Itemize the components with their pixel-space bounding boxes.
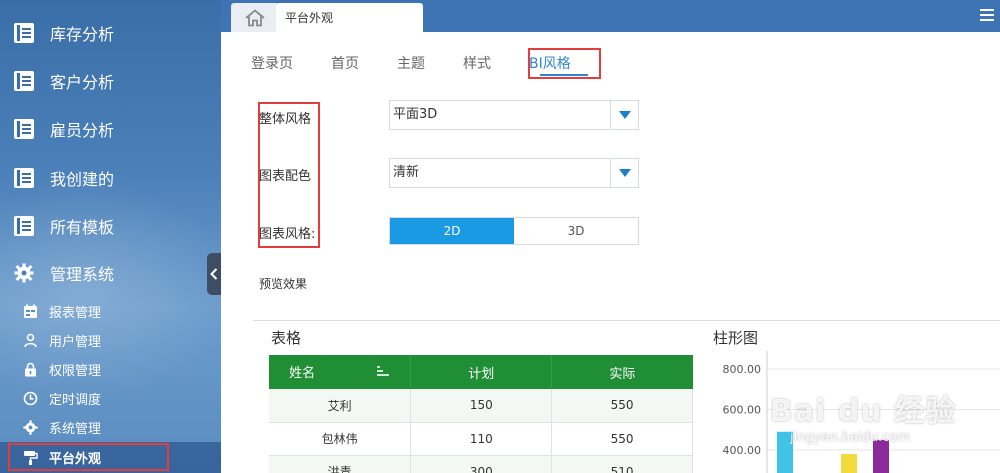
table-cell: 300: [410, 455, 553, 473]
hamburger-icon-line: [980, 9, 994, 11]
overall-style-select[interactable]: 平面3D: [389, 100, 639, 130]
report-manage-icon: [22, 304, 38, 320]
table-header-cell: 计划: [410, 355, 553, 389]
sidebar-item-label: 雇员分析: [50, 121, 115, 140]
chart-y-tick-label: 600.00: [723, 404, 762, 417]
table-cell: 包林伟: [269, 422, 412, 456]
chart-color-value: 清新: [393, 165, 420, 180]
tab-theme[interactable]: 主题: [397, 52, 425, 76]
preview-bar-chart: 800.00 600.00 400.00: [723, 351, 1000, 473]
tab-login-page[interactable]: 登录页: [251, 52, 293, 76]
main-content: 登录页 首页 主题 样式 BI风格 整体风格 平面3D 图表配色 清新 图表风格…: [221, 32, 1000, 473]
sidebar-item-employee-analysis[interactable]: 雇员分析: [0, 105, 221, 153]
sidebar-subitem-scheduled-tasks[interactable]: 定时调度: [0, 384, 221, 413]
report-icon: [13, 215, 35, 237]
chart-y-tick-label: 800.00: [723, 363, 762, 376]
tab-style[interactable]: 样式: [463, 52, 491, 76]
sidebar-item-label: 我创建的: [50, 170, 115, 189]
dropdown-arrow-icon[interactable]: [610, 159, 638, 187]
hamburger-icon-line: [980, 19, 994, 21]
preview-label: 预览效果: [259, 277, 308, 291]
home-icon: [245, 8, 265, 26]
report-icon: [13, 22, 35, 44]
chart-color-label: 图表配色: [259, 169, 312, 184]
sidebar-item-system-management[interactable]: 管理系统: [0, 249, 221, 297]
sidebar-subitem-user-management[interactable]: 用户管理: [0, 326, 221, 355]
report-icon: [13, 70, 35, 92]
sidebar-item-customer-analysis[interactable]: 客户分析: [0, 57, 221, 105]
sidebar-item-label: 客户分析: [50, 73, 115, 92]
table-cell: 艾利: [269, 389, 412, 423]
table-cell: 510: [551, 455, 693, 473]
sidebar-subitem-report-management[interactable]: 报表管理: [0, 297, 221, 326]
chart-style-label: 图表风格:: [259, 227, 316, 242]
table-cell: 150: [410, 389, 553, 423]
sidebar: 库存分析 客户分析 雇员分析 我创建的 所有模板 管理系统 报表管理 用户管理 …: [0, 0, 221, 473]
collapse-sidebar-button[interactable]: [207, 253, 221, 295]
sidebar-subitem-label: 用户管理: [49, 335, 102, 350]
table-header-cell: 姓名: [269, 355, 412, 389]
report-icon: [13, 118, 35, 140]
top-bar: 平台外观: [221, 0, 1000, 32]
user-icon: [22, 333, 38, 349]
table-header-cell: 实际: [551, 355, 693, 389]
table-cell: 550: [551, 389, 693, 423]
table-header-row: 姓名 计划 实际: [269, 355, 693, 389]
report-icon: [13, 167, 35, 189]
chart-style-toggle: 2D 3D: [389, 217, 639, 245]
gear-icon: [22, 420, 38, 436]
preview-panel: 表格 柱形图 姓名 计划 实际 艾利 150 550 包林伟 110 550 洪…: [253, 320, 1000, 473]
header-name-label: 姓名: [289, 366, 316, 381]
tab-home-page[interactable]: 首页: [331, 52, 359, 76]
lock-icon: [22, 362, 38, 378]
active-tab-underline: [540, 74, 588, 76]
table-cell: 洪青: [269, 455, 412, 473]
chart-style-option-3d[interactable]: 3D: [514, 218, 638, 244]
tab-bi-style[interactable]: BI风格: [529, 52, 571, 76]
preview-table-title: 表格: [271, 329, 302, 347]
sidebar-item-label: 库存分析: [50, 25, 115, 44]
sidebar-subitem-permission-management[interactable]: 权限管理: [0, 355, 221, 384]
overall-style-label: 整体风格: [259, 112, 312, 127]
preview-table: 姓名 计划 实际 艾利 150 550 包林伟 110 550 洪青 300 5…: [269, 355, 693, 473]
sort-icon[interactable]: [377, 365, 390, 382]
table-cell: 110: [410, 422, 553, 456]
table-row: 包林伟 110 550: [269, 422, 693, 456]
preview-chart-title: 柱形图: [713, 329, 759, 347]
sidebar-subitem-label: 定时调度: [49, 393, 102, 408]
page-tab-platform-appearance[interactable]: 平台外观: [276, 3, 423, 32]
table-row: 艾利 150 550: [269, 389, 693, 423]
overall-style-value: 平面3D: [393, 107, 438, 122]
gear-icon: [13, 262, 35, 284]
hamburger-icon-line: [980, 14, 994, 16]
sidebar-subitem-label: 系统管理: [49, 422, 102, 437]
sidebar-item-label: 所有模板: [50, 218, 115, 237]
chart-style-option-2d[interactable]: 2D: [390, 218, 514, 244]
sidebar-subitem-label: 权限管理: [49, 364, 102, 379]
sidebar-item-label: 管理系统: [50, 265, 115, 284]
sidebar-subitem-label: 报表管理: [49, 306, 102, 321]
sidebar-subitem-label: 平台外观: [49, 452, 102, 467]
sidebar-item-my-created[interactable]: 我创建的: [0, 154, 221, 202]
hamburger-menu-button[interactable]: [980, 9, 994, 23]
table-row: 洪青 300 510: [269, 455, 693, 473]
sidebar-subitem-platform-appearance[interactable]: 平台外观: [0, 442, 221, 473]
table-cell: 550: [551, 422, 693, 456]
chart-bar[interactable]: [777, 431, 793, 473]
chevron-left-icon: [210, 268, 218, 280]
sidebar-item-inventory-analysis[interactable]: 库存分析: [0, 9, 221, 57]
sidebar-subitem-system-settings[interactable]: 系统管理: [0, 413, 221, 442]
paint-roller-icon: [22, 450, 38, 466]
chart-y-tick-label: 400.00: [723, 444, 762, 457]
chart-bar[interactable]: [841, 454, 857, 473]
sidebar-item-all-templates[interactable]: 所有模板: [0, 202, 221, 250]
clock-icon: [22, 391, 38, 407]
dropdown-arrow-icon[interactable]: [610, 101, 638, 129]
chart-bar[interactable]: [873, 439, 889, 473]
home-tab[interactable]: [231, 3, 279, 32]
chart-color-select[interactable]: 清新: [389, 158, 639, 188]
